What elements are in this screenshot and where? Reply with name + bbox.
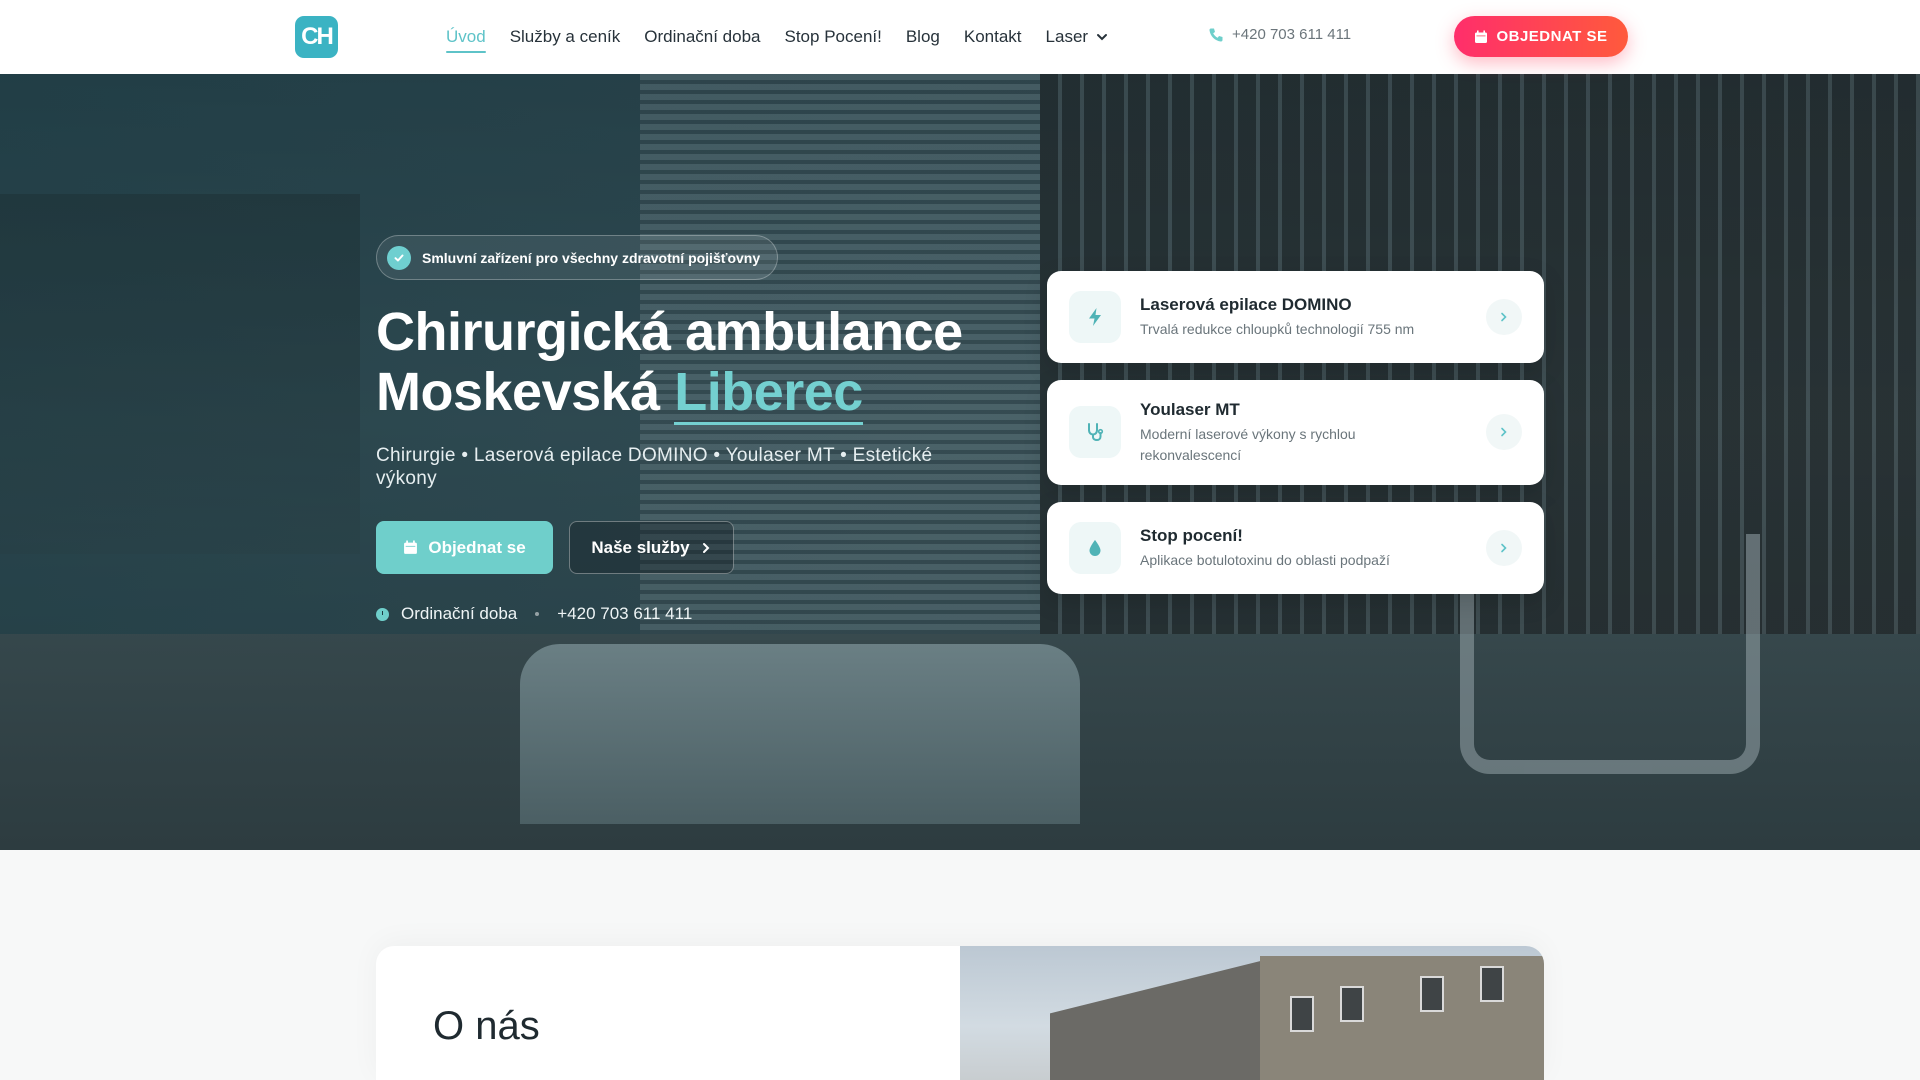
book-appointment-button[interactable]: OBJEDNAT SE: [1454, 16, 1628, 57]
clock-icon: [376, 607, 389, 621]
hero-subtitle: Chirurgie • Laserová epilace DOMINO • Yo…: [376, 445, 933, 489]
chevron-right-icon: [1486, 299, 1522, 335]
logo-text: CH: [301, 23, 334, 50]
about-title: O nás: [433, 1004, 540, 1048]
insurance-badge: Smluvní zařízení pro všechny zdravotní p…: [376, 235, 779, 280]
nav-item-kontakt[interactable]: Kontakt: [964, 21, 1022, 53]
service-card-stop-poceni[interactable]: Stop pocení! Aplikace botulotoxinu do ob…: [1047, 502, 1544, 594]
site-header: CH Úvod Služby a ceník Ordinační doba St…: [0, 0, 1920, 74]
chevron-right-icon: [1486, 530, 1522, 566]
stethoscope-icon: [1069, 406, 1121, 458]
nav-item-sluzby[interactable]: Služby a ceník: [510, 21, 621, 53]
droplet-icon: [1069, 522, 1121, 574]
building-image: [960, 946, 1544, 1080]
service-card-description: Moderní laserové výkony s rychlou rekonv…: [1140, 426, 1356, 463]
nav-label: Kontakt: [963, 27, 1022, 46]
nav-item-ordinacni-doba[interactable]: Ordinační doba: [644, 21, 760, 53]
book-appointment-label: OBJEDNAT SE: [1496, 28, 1608, 45]
logo[interactable]: CH: [295, 16, 338, 58]
nav-label: Laser: [1045, 27, 1089, 46]
building-window: [1480, 966, 1504, 1002]
nav-label: Ordinační doba: [644, 27, 761, 46]
chevron-right-icon: [702, 542, 710, 553]
service-card-description: Aplikace botulotoxinu do oblasti podpaží: [1140, 552, 1390, 568]
nav-label: Stop Pocení!: [784, 27, 882, 46]
service-card-description: Trvalá redukce chloupků technologií 755 …: [1140, 321, 1415, 337]
building-window: [1340, 986, 1364, 1022]
hero-hours-link[interactable]: Ordinační doba: [401, 604, 517, 624]
header-phone-number: +420 703 611 411: [1232, 26, 1352, 43]
hero-title-accent: Liberec: [674, 362, 863, 425]
check-circle-icon: [387, 245, 411, 270]
hero-services-label: Naše služby: [591, 537, 690, 557]
chevron-down-icon: [1097, 34, 1108, 41]
nav-item-stop-poceni[interactable]: Stop Pocení!: [785, 21, 882, 53]
building-window: [1420, 976, 1444, 1012]
hero-book-button[interactable]: Objednat se: [376, 521, 553, 574]
bolt-icon: [1069, 291, 1121, 343]
hero-title: Chirurgická ambulance Moskevská Liberec: [376, 302, 1016, 425]
hero-title-line1: Chirurgická ambulance: [376, 302, 963, 362]
hero-title-line2: Moskevská: [376, 362, 660, 422]
nav-item-laser[interactable]: Laser: [1046, 21, 1109, 53]
hero-background-exam-bed: [520, 644, 1080, 824]
calendar-icon: [404, 540, 418, 554]
hero-contact-row: Ordinační doba +420 703 611 411: [376, 604, 692, 624]
separator-dot: [535, 612, 540, 616]
hero-section: Smluvní zařízení pro všechny zdravotní p…: [0, 74, 1920, 850]
nav-label: Úvod: [446, 27, 486, 46]
building-shape: [1050, 958, 1270, 1080]
building-window: [1290, 996, 1314, 1032]
chevron-right-icon: [1486, 414, 1522, 450]
main-nav: Úvod Služby a ceník Ordinační doba Stop …: [446, 0, 1108, 74]
hero-book-label: Objednat se: [428, 537, 526, 557]
service-card-title: Youlaser MT: [1140, 400, 1240, 419]
hero-phone-link[interactable]: +420 703 611 411: [557, 604, 692, 624]
calendar-icon: [1475, 30, 1488, 43]
nav-label: Služby a ceník: [509, 27, 621, 46]
insurance-badge-text: Smluvní zařízení pro všechny zdravotní p…: [422, 249, 761, 266]
hero-background-shelf: [0, 194, 360, 554]
hero-services-button[interactable]: Naše služby: [569, 521, 734, 574]
nav-item-uvod[interactable]: Úvod: [446, 21, 486, 53]
nav-label: Blog: [905, 27, 940, 46]
service-card-domino[interactable]: Laserová epilace DOMINO Trvalá redukce c…: [1047, 271, 1544, 363]
service-card-title: Stop pocení!: [1140, 526, 1243, 545]
nav-item-blog[interactable]: Blog: [906, 21, 940, 53]
service-card-youlaser[interactable]: Youlaser MT Moderní laserové výkony s ry…: [1047, 380, 1544, 485]
header-phone-link[interactable]: +420 703 611 411: [1208, 26, 1351, 43]
phone-icon: [1209, 28, 1223, 42]
service-card-title: Laserová epilace DOMINO: [1140, 295, 1352, 314]
about-section: O nás: [376, 946, 1544, 1080]
